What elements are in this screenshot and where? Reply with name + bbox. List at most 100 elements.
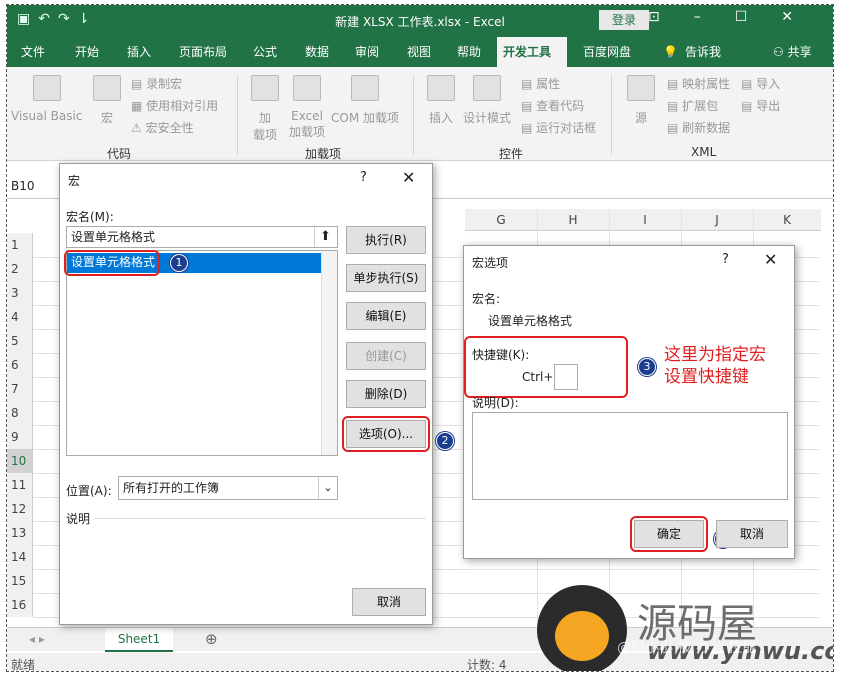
row-header[interactable]: 9: [7, 425, 33, 449]
step-into-button[interactable]: 单步执行(S): [346, 264, 426, 292]
column-header[interactable]: I: [609, 209, 681, 231]
row-header[interactable]: 16: [7, 593, 33, 617]
sheet-tab-sheet1[interactable]: Sheet1: [105, 628, 173, 652]
help-button[interactable]: ?: [360, 170, 367, 185]
column-header[interactable]: J: [681, 209, 753, 231]
xml-source-icon: [627, 75, 655, 101]
macro-name-input[interactable]: 设置单元格格式: [66, 226, 338, 248]
status-count: 计数: 4: [467, 658, 507, 672]
row-header[interactable]: 15: [7, 569, 33, 593]
highlight-box: [64, 250, 160, 276]
tab-tell-me[interactable]: 告诉我: [679, 37, 727, 67]
window-controls[interactable]: ⊡–☐✕: [648, 9, 827, 25]
com-addin-icon: [351, 75, 379, 101]
row-header[interactable]: 11: [7, 473, 33, 497]
ribbon-tabs: 文件 开始 插入 页面布局 公式 数据 审阅 视图 帮助 开发工具 百度网盘 💡…: [7, 37, 833, 67]
share-button[interactable]: ⚇ 共享: [767, 37, 818, 67]
row-header[interactable]: 7: [7, 377, 33, 401]
expansion-pack-button[interactable]: ▤ 扩展包: [667, 97, 718, 114]
chevron-down-icon[interactable]: ⌄: [318, 477, 337, 499]
step-badge-2: 2: [436, 432, 454, 450]
create-button[interactable]: 创建(C): [346, 342, 426, 370]
column-header[interactable]: K: [753, 209, 821, 231]
cancel-button[interactable]: 取消: [716, 520, 788, 548]
relative-ref-button[interactable]: ▦ 使用相对引用: [131, 97, 218, 114]
insert-control-button[interactable]: 插入: [429, 109, 453, 126]
column-header[interactable]: H: [537, 209, 609, 231]
view-code-label: 查看代码: [536, 99, 585, 113]
warning-icon: ⚠: [131, 121, 146, 135]
row-header[interactable]: 14: [7, 545, 33, 569]
record-macro-button[interactable]: ▤ 录制宏: [131, 75, 182, 92]
macro-name-value: 设置单元格格式: [488, 314, 573, 328]
row-header[interactable]: 3: [7, 281, 33, 305]
row-header[interactable]: 13: [7, 521, 33, 545]
row-header[interactable]: 12: [7, 497, 33, 521]
close-icon[interactable]: ✕: [402, 168, 415, 187]
cancel-button[interactable]: 取消: [352, 588, 426, 616]
highlight-box: [342, 416, 430, 452]
excel-addins-button[interactable]: Excel 加载项: [289, 109, 325, 140]
properties-button[interactable]: ▤ 属性: [521, 75, 560, 92]
refresh-data-label: 刷新数据: [682, 121, 731, 135]
row-header[interactable]: 1: [7, 233, 33, 257]
ribbon-separator: [611, 75, 612, 155]
macro-button[interactable]: 宏: [101, 109, 113, 126]
edit-button[interactable]: 编辑(E): [346, 302, 426, 330]
macro-options-dialog: 宏选项 ? ✕ 宏名: 设置单元格格式 快捷键(K): Ctrl+ 3 这里为指…: [463, 245, 795, 559]
design-mode-button[interactable]: 设计模式: [463, 109, 511, 126]
row-header[interactable]: 4: [7, 305, 33, 329]
tab-review[interactable]: 审阅: [349, 37, 385, 67]
help-button[interactable]: ?: [722, 252, 729, 267]
tab-help[interactable]: 帮助: [451, 37, 487, 67]
gear-icon: [293, 75, 321, 101]
row-header[interactable]: 6: [7, 353, 33, 377]
tab-formulas[interactable]: 公式: [247, 37, 283, 67]
addins-button[interactable]: 加 载项: [253, 109, 277, 143]
description-label: 说明: [66, 512, 91, 526]
row-header[interactable]: 2: [7, 257, 33, 281]
design-mode-icon: [473, 75, 501, 101]
close-icon[interactable]: ✕: [764, 250, 777, 269]
visual-basic-button[interactable]: Visual Basic: [11, 109, 82, 123]
tab-data[interactable]: 数据: [299, 37, 335, 67]
dialog-title: 宏: [68, 174, 81, 188]
sheet-nav-arrows[interactable]: ◂ ▸: [29, 632, 45, 646]
list-scrollbar[interactable]: [321, 251, 337, 455]
tab-page-layout[interactable]: 页面布局: [173, 37, 233, 67]
tab-developer[interactable]: 开发工具: [497, 37, 567, 67]
tab-insert[interactable]: 插入: [121, 37, 157, 67]
run-dialog-button[interactable]: ▤ 运行对话框: [521, 119, 596, 136]
tab-file[interactable]: 文件: [15, 37, 51, 67]
row-header[interactable]: 10: [7, 449, 33, 473]
macro-security-button[interactable]: ⚠ 宏安全性: [131, 119, 194, 136]
login-button[interactable]: 登录: [599, 10, 649, 30]
tab-home[interactable]: 开始: [69, 37, 105, 67]
view-code-button[interactable]: ▤ 查看代码: [521, 97, 584, 114]
name-box[interactable]: B10: [11, 179, 35, 193]
run-button[interactable]: 执行(R): [346, 226, 426, 254]
map-properties-button[interactable]: ▤ 映射属性: [667, 75, 730, 92]
xml-source-button[interactable]: 源: [635, 109, 647, 126]
description-textarea[interactable]: [472, 412, 788, 500]
com-addins-button[interactable]: COM 加载项: [331, 109, 399, 126]
row-header[interactable]: 5: [7, 329, 33, 353]
export-button[interactable]: ▤ 导出: [741, 97, 780, 114]
delete-button[interactable]: 删除(D): [346, 380, 426, 408]
ribbon-separator: [413, 75, 414, 155]
row-header[interactable]: 8: [7, 401, 33, 425]
import-label: 导入: [756, 77, 781, 91]
properties-label: 属性: [536, 77, 561, 91]
share-label: 共享: [787, 45, 812, 59]
tab-baidu-netdisk[interactable]: 百度网盘: [577, 37, 637, 67]
location-select[interactable]: 所有打开的工作簿: [118, 476, 338, 500]
column-header[interactable]: G: [465, 209, 537, 231]
tab-view[interactable]: 视图: [401, 37, 437, 67]
add-sheet-icon[interactable]: ⊕: [205, 630, 218, 648]
upload-arrow-icon[interactable]: ⬆: [314, 227, 336, 247]
record-macro-label: 录制宏: [146, 77, 183, 91]
refresh-data-button[interactable]: ▤ 刷新数据: [667, 119, 730, 136]
macro-list[interactable]: 设置单元格格式: [66, 250, 338, 456]
highlight-box: [464, 336, 628, 398]
import-button[interactable]: ▤ 导入: [741, 75, 780, 92]
